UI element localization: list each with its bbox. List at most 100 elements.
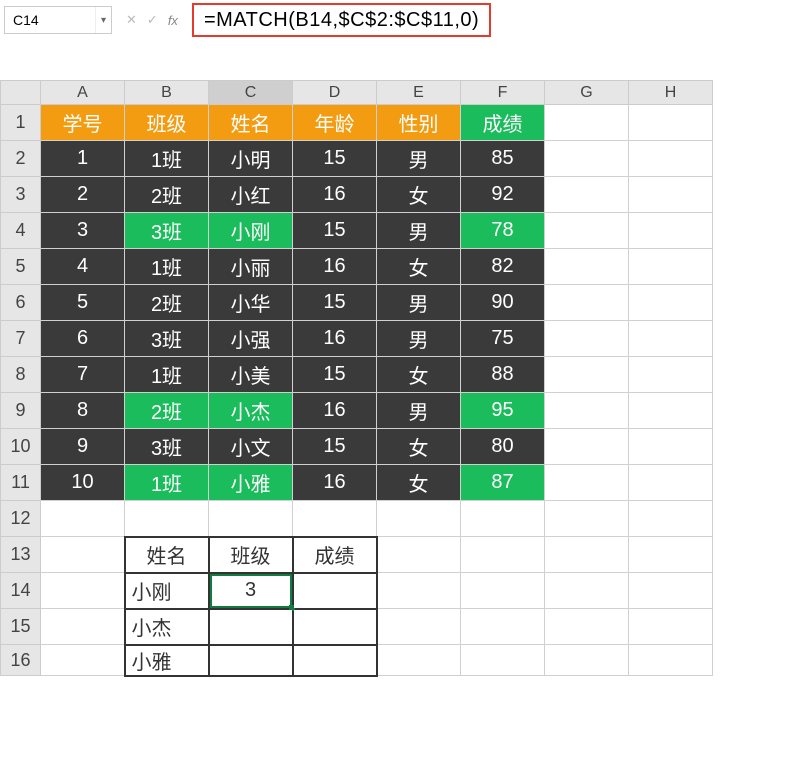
data-cell[interactable]: 1班 (125, 357, 209, 393)
select-all-corner[interactable] (1, 81, 41, 105)
cell-H9[interactable] (629, 393, 713, 429)
data-cell[interactable]: 男 (377, 393, 461, 429)
data-cell[interactable]: 小刚 (209, 213, 293, 249)
cell-r14-4[interactable] (377, 573, 461, 609)
cell-r15-7[interactable] (629, 609, 713, 645)
data-cell[interactable]: 15 (293, 213, 377, 249)
name-box-dropdown-icon[interactable]: ▾ (95, 7, 111, 33)
cell-G9[interactable] (545, 393, 629, 429)
column-header-E[interactable]: E (377, 81, 461, 105)
data-cell[interactable]: 女 (377, 177, 461, 213)
data-cell[interactable]: 小红 (209, 177, 293, 213)
cell-r16-6[interactable] (545, 645, 629, 676)
data-cell[interactable]: 16 (293, 177, 377, 213)
data-cell[interactable]: 小文 (209, 429, 293, 465)
data-cell[interactable]: 95 (461, 393, 545, 429)
data-cell[interactable]: 5 (41, 285, 125, 321)
cell-H4[interactable] (629, 213, 713, 249)
data-cell[interactable]: 85 (461, 141, 545, 177)
row-header-8[interactable]: 8 (1, 357, 41, 393)
row-header-3[interactable]: 3 (1, 177, 41, 213)
cell-H2[interactable] (629, 141, 713, 177)
data-cell[interactable]: 男 (377, 321, 461, 357)
cell-G2[interactable] (545, 141, 629, 177)
cell-r15-4[interactable] (377, 609, 461, 645)
data-cell[interactable]: 7 (41, 357, 125, 393)
row-header-1[interactable]: 1 (1, 105, 41, 141)
row-header-10[interactable]: 10 (1, 429, 41, 465)
data-cell[interactable]: 1 (41, 141, 125, 177)
row-header-6[interactable]: 6 (1, 285, 41, 321)
lookup-header-cell[interactable]: 姓名 (125, 537, 209, 573)
row-header-9[interactable]: 9 (1, 393, 41, 429)
cell-H10[interactable] (629, 429, 713, 465)
main-header-cell[interactable]: 年龄 (293, 105, 377, 141)
cell-H6[interactable] (629, 285, 713, 321)
data-cell[interactable]: 1班 (125, 465, 209, 501)
row-header-14[interactable]: 14 (1, 573, 41, 609)
cell-A16[interactable] (41, 645, 125, 676)
lookup-class-cell[interactable] (209, 609, 293, 645)
data-cell[interactable]: 15 (293, 141, 377, 177)
cell-H8[interactable] (629, 357, 713, 393)
column-header-D[interactable]: D (293, 81, 377, 105)
row-header-2[interactable]: 2 (1, 141, 41, 177)
cell-A13[interactable] (41, 537, 125, 573)
cell-r12-6[interactable] (545, 501, 629, 537)
cell-G11[interactable] (545, 465, 629, 501)
lookup-name-cell[interactable]: 小杰 (125, 609, 209, 645)
data-cell[interactable]: 88 (461, 357, 545, 393)
main-header-cell[interactable]: 学号 (41, 105, 125, 141)
cell-r12-4[interactable] (377, 501, 461, 537)
main-header-cell[interactable]: 成绩 (461, 105, 545, 141)
lookup-score-cell[interactable] (293, 573, 377, 609)
data-cell[interactable]: 15 (293, 357, 377, 393)
data-cell[interactable]: 2 (41, 177, 125, 213)
data-cell[interactable]: 16 (293, 465, 377, 501)
data-cell[interactable]: 15 (293, 285, 377, 321)
data-cell[interactable]: 女 (377, 357, 461, 393)
data-cell[interactable]: 8 (41, 393, 125, 429)
data-cell[interactable]: 90 (461, 285, 545, 321)
lookup-header-cell[interactable]: 成绩 (293, 537, 377, 573)
data-cell[interactable]: 4 (41, 249, 125, 285)
main-header-cell[interactable]: 姓名 (209, 105, 293, 141)
data-cell[interactable]: 小丽 (209, 249, 293, 285)
data-cell[interactable]: 16 (293, 393, 377, 429)
cell-H11[interactable] (629, 465, 713, 501)
row-header-12[interactable]: 12 (1, 501, 41, 537)
confirm-icon[interactable]: ✓ (147, 12, 158, 28)
cell-r12-2[interactable] (209, 501, 293, 537)
data-cell[interactable]: 小雅 (209, 465, 293, 501)
row-header-13[interactable]: 13 (1, 537, 41, 573)
row-header-7[interactable]: 7 (1, 321, 41, 357)
cell-r12-1[interactable] (125, 501, 209, 537)
data-cell[interactable]: 1班 (125, 141, 209, 177)
cell-H7[interactable] (629, 321, 713, 357)
data-cell[interactable]: 16 (293, 249, 377, 285)
cell-r12-7[interactable] (629, 501, 713, 537)
data-cell[interactable]: 小美 (209, 357, 293, 393)
data-cell[interactable]: 78 (461, 213, 545, 249)
data-cell[interactable]: 92 (461, 177, 545, 213)
lookup-name-cell[interactable]: 小刚 (125, 573, 209, 609)
cell-A14[interactable] (41, 573, 125, 609)
data-cell[interactable]: 2班 (125, 393, 209, 429)
cell-r13-6[interactable] (545, 537, 629, 573)
spreadsheet-grid[interactable]: ABCDEFGH1学号班级姓名年龄性别成绩211班小明15男85322班小红16… (0, 80, 713, 677)
row-header-4[interactable]: 4 (1, 213, 41, 249)
cell-r14-5[interactable] (461, 573, 545, 609)
cell-r12-0[interactable] (41, 501, 125, 537)
cell-G1[interactable] (545, 105, 629, 141)
data-cell[interactable]: 9 (41, 429, 125, 465)
cell-r16-7[interactable] (629, 645, 713, 676)
row-header-11[interactable]: 11 (1, 465, 41, 501)
cell-r13-5[interactable] (461, 537, 545, 573)
cell-r12-5[interactable] (461, 501, 545, 537)
data-cell[interactable]: 小华 (209, 285, 293, 321)
lookup-class-cell[interactable]: 3 (209, 573, 293, 609)
data-cell[interactable]: 女 (377, 429, 461, 465)
cell-G3[interactable] (545, 177, 629, 213)
data-cell[interactable]: 3班 (125, 213, 209, 249)
data-cell[interactable]: 小杰 (209, 393, 293, 429)
